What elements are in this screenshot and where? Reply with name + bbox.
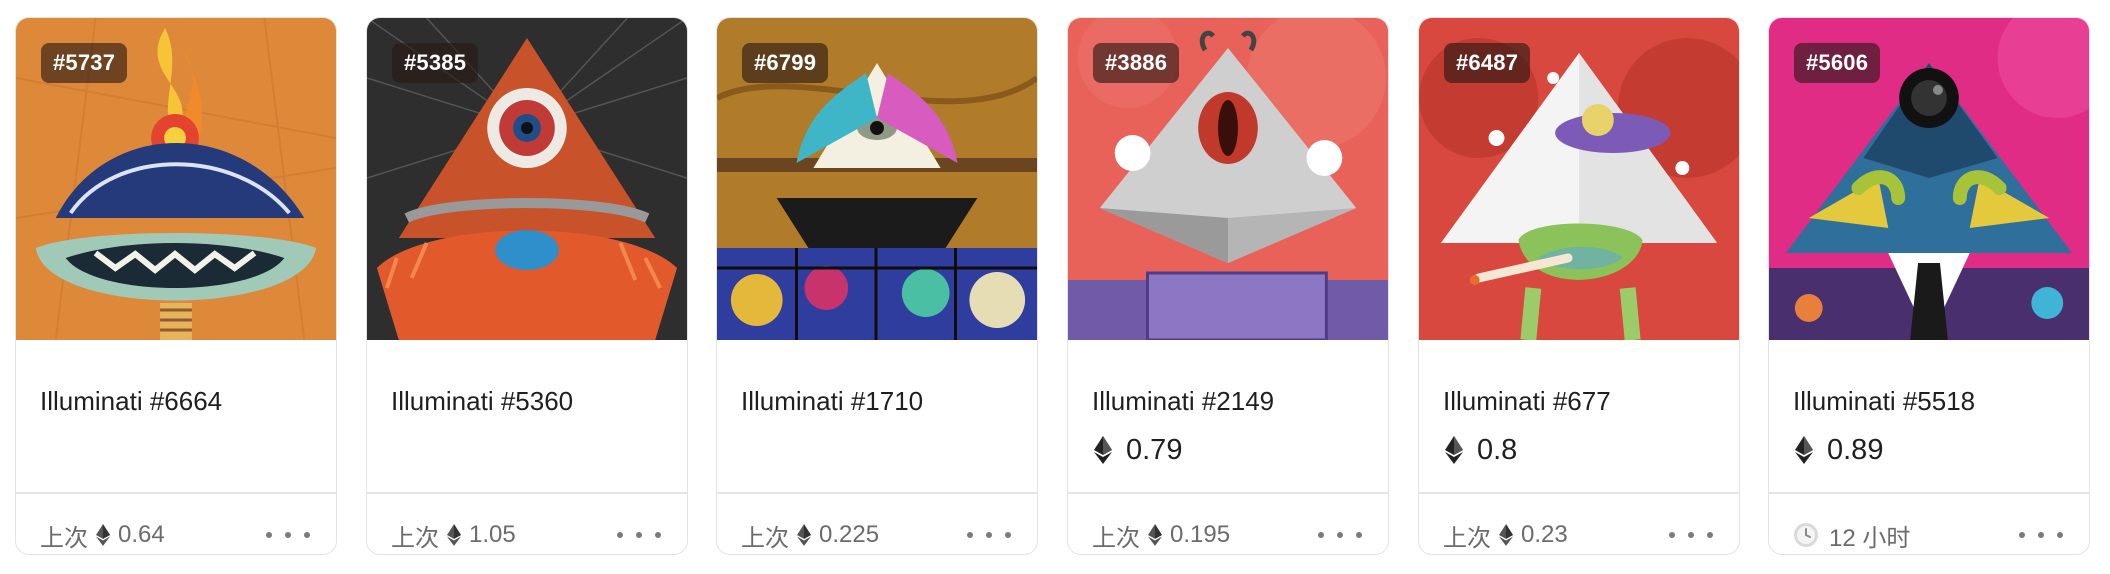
ethereum-icon (96, 523, 110, 547)
nft-title[interactable]: Illuminati #5518 (1793, 386, 1975, 417)
last-sale-info: 上次 0.225 (741, 517, 879, 553)
last-sale-label: 上次 (1092, 524, 1140, 552)
last-sale-info: 上次 0.23 (1443, 517, 1568, 553)
ethereum-icon (1148, 523, 1162, 547)
card-divider (717, 492, 1037, 494)
nft-card[interactable]: #3886 Illuminati #2149 0.79 上次 0.195 (1067, 17, 1389, 555)
ethereum-icon (797, 523, 811, 547)
card-divider (1068, 492, 1388, 494)
more-options-icon[interactable] (1318, 523, 1362, 547)
last-sale-value: 0.64 (118, 521, 165, 548)
last-sale-info: 上次 0.195 (1092, 517, 1230, 553)
nft-artwork[interactable]: #3886 (1068, 18, 1388, 340)
token-id-badge: #5385 (392, 43, 479, 83)
token-id-badge: #6487 (1444, 43, 1531, 83)
last-sale-value: 0.225 (819, 521, 880, 548)
nft-card[interactable]: #6487 Illuminati #677 0.8 上次 0.23 (1418, 17, 1740, 555)
last-sale-value: 0.195 (1170, 521, 1231, 548)
card-divider (367, 492, 687, 494)
last-sale-label: 上次 (391, 524, 439, 552)
price-value: 0.8 (1477, 433, 1518, 466)
last-sale-value: 1.05 (469, 521, 516, 548)
nft-title[interactable]: Illuminati #6664 (40, 386, 222, 417)
clock-icon (1793, 522, 1819, 548)
token-id-badge: #5737 (41, 43, 128, 83)
more-options-icon[interactable] (967, 523, 1011, 547)
nft-title[interactable]: Illuminati #2149 (1092, 386, 1274, 417)
card-divider (16, 492, 336, 494)
current-price: 0.89 (1795, 431, 1883, 469)
card-divider (1419, 492, 1739, 494)
nft-card[interactable]: #5385 Illuminati #5360 上次 1.05 (366, 17, 688, 555)
token-id-badge: #5606 (1794, 43, 1881, 83)
nft-artwork[interactable]: #5606 (1769, 18, 2089, 340)
last-sale-info: 上次 0.64 (40, 517, 165, 553)
nft-card-grid: #5737 Illuminati #6664 上次 0.64 #5385 Ill… (0, 0, 2110, 574)
more-options-icon[interactable] (617, 523, 661, 547)
more-options-icon[interactable] (1669, 523, 1713, 547)
nft-artwork[interactable]: #5385 (367, 18, 687, 340)
last-sale-label: 上次 (1443, 524, 1491, 552)
price-value: 0.79 (1126, 433, 1183, 466)
last-sale-value: 0.23 (1521, 521, 1568, 548)
time-left-label: 12 小时 (1829, 524, 1911, 552)
last-sale-label: 上次 (40, 524, 88, 552)
last-sale-label: 上次 (741, 524, 789, 552)
time-left-info: 12 小时 (1793, 517, 1910, 553)
nft-artwork[interactable]: #6487 (1419, 18, 1739, 340)
more-options-icon[interactable] (266, 523, 310, 547)
card-divider (1769, 492, 2089, 494)
nft-card[interactable]: #5737 Illuminati #6664 上次 0.64 (15, 17, 337, 555)
ethereum-icon (447, 523, 461, 547)
more-options-icon[interactable] (2019, 523, 2063, 547)
nft-artwork[interactable]: #5737 (16, 18, 336, 340)
nft-artwork[interactable]: #6799 (717, 18, 1037, 340)
current-price: 0.8 (1445, 431, 1517, 469)
ethereum-icon (1094, 436, 1112, 464)
nft-title[interactable]: Illuminati #677 (1443, 386, 1611, 417)
nft-card[interactable]: #5606 Illuminati #5518 0.89 12 小时 (1768, 17, 2090, 555)
token-id-badge: #3886 (1093, 43, 1180, 83)
token-id-badge: #6799 (742, 43, 829, 83)
nft-card[interactable]: #6799 Illuminati #1710 上次 0.225 (716, 17, 1038, 555)
price-value: 0.89 (1827, 433, 1884, 466)
ethereum-icon (1499, 523, 1513, 547)
ethereum-icon (1445, 436, 1463, 464)
last-sale-info: 上次 1.05 (391, 517, 516, 553)
current-price: 0.79 (1094, 431, 1182, 469)
nft-title[interactable]: Illuminati #1710 (741, 386, 923, 417)
nft-title[interactable]: Illuminati #5360 (391, 386, 573, 417)
ethereum-icon (1795, 436, 1813, 464)
